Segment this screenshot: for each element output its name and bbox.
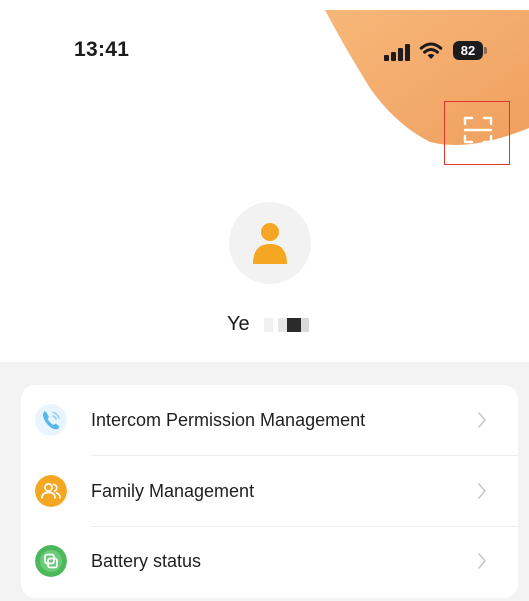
chevron-right-icon: [478, 483, 486, 499]
family-icon: [35, 475, 67, 507]
battery-status-icon: [35, 545, 67, 577]
user-avatar-icon: [253, 223, 287, 264]
battery-nub: [484, 47, 487, 54]
menu-item-battery-status[interactable]: Battery status: [21, 526, 518, 596]
cellular-signal-icon: [384, 44, 410, 61]
wifi-icon: [419, 42, 443, 59]
settings-area: Intercom Permission Management Family Ma…: [0, 362, 529, 601]
avatar[interactable]: [229, 202, 311, 284]
intercom-phone-icon: [35, 404, 67, 436]
profile-header: 13:41 82 Ye: [0, 0, 529, 362]
chevron-right-icon: [478, 553, 486, 569]
status-time: 13:41: [74, 38, 130, 61]
status-icons: 82: [383, 40, 493, 64]
battery-icon: 82: [453, 41, 489, 61]
menu-item-family-management[interactable]: Family Management: [21, 456, 518, 526]
scan-button[interactable]: [444, 101, 510, 165]
menu-item-label: Battery status: [91, 551, 202, 571]
redacted-block: [287, 318, 301, 332]
battery-level: 82: [453, 41, 483, 60]
scan-icon: [463, 116, 493, 144]
redacted-block: [264, 318, 273, 332]
chevron-right-icon: [478, 412, 486, 428]
redacted-block: [301, 318, 309, 332]
user-name-text: Ye: [227, 313, 250, 335]
menu-item-label: Intercom Permission Management: [91, 410, 366, 430]
menu-item-label: Family Management: [91, 481, 255, 501]
settings-card: Intercom Permission Management Family Ma…: [21, 385, 518, 598]
user-name: Ye: [227, 313, 309, 337]
menu-item-intercom-permission[interactable]: Intercom Permission Management: [21, 385, 518, 455]
